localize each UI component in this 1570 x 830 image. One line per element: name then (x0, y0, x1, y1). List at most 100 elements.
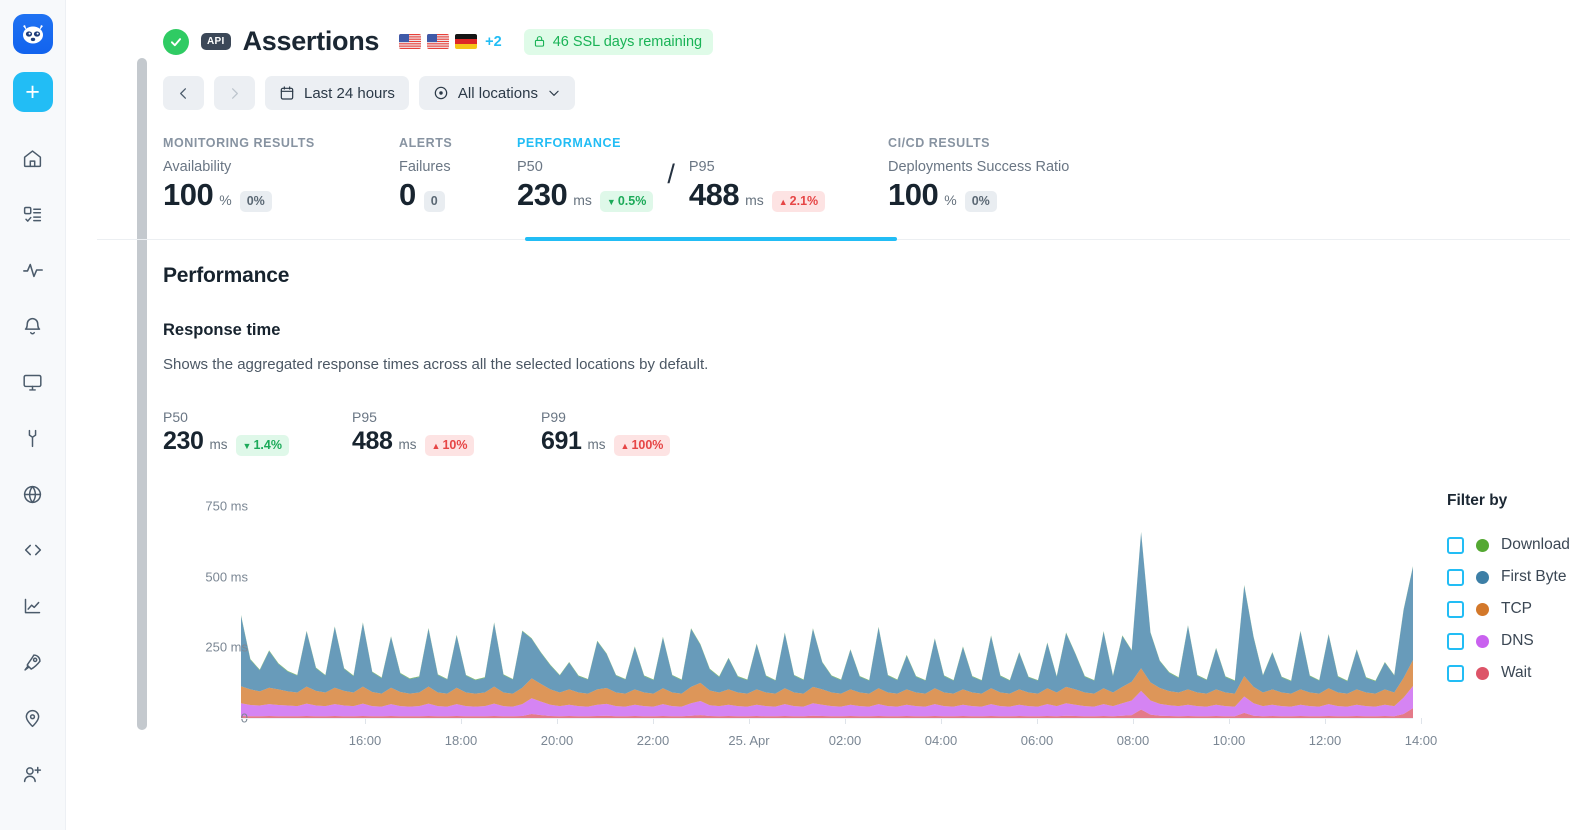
stat-group-cicd[interactable]: CI/CD RESULTS Deployments Success Ratio … (888, 136, 1069, 213)
filter-item[interactable]: First Byte (1447, 568, 1570, 586)
location-flags[interactable]: +2 (399, 34, 502, 50)
location-selector[interactable]: All locations (418, 76, 575, 110)
subsection-title: Response time (163, 321, 281, 339)
raccoon-logo[interactable] (12, 14, 53, 54)
filter-item-label: TCP (1501, 600, 1532, 617)
stat-chip-value: 0.5% (617, 194, 647, 208)
add-new-button[interactable]: + (12, 72, 53, 112)
filter-item-label: Download (1501, 536, 1570, 553)
page-header: API Assertions +2 46 SSL days remaining (97, 0, 1570, 57)
x-axis-tick-mark (1421, 718, 1422, 724)
stat-sub-label: Availability (163, 159, 232, 175)
stat-value: 488 (688, 177, 740, 212)
chart-plot-area (241, 531, 1413, 718)
percentile-p99: P99 691 ms ▲ 100% (541, 409, 730, 456)
ssl-badge-label: 46 SSL days remaining (552, 33, 703, 50)
trend-up-icon: ▲ (620, 441, 630, 451)
sidebar-item-code[interactable] (13, 530, 53, 570)
code-icon (24, 544, 41, 556)
percentile-chip: ▼ 1.4% (235, 435, 289, 456)
stat-value: 100 (163, 177, 214, 212)
filter-item[interactable]: Download (1447, 536, 1570, 554)
trend-up-icon: ▲ (778, 197, 788, 207)
raccoon-glyph (22, 25, 43, 44)
y-axis-tick: 250 ms (205, 639, 248, 655)
x-axis-tick: 22:00 (636, 733, 670, 748)
stat-sub-label: P95 (688, 159, 715, 175)
app-root: + API Assertions +2 46 SSL days remainin… (0, 0, 1570, 830)
percentile-chip: ▲ 100% (613, 435, 671, 456)
area-series-first-byte (241, 532, 1413, 694)
stat-separator: / (667, 159, 675, 189)
monitor-icon (23, 374, 42, 391)
prev-period-button[interactable] (163, 76, 204, 110)
filter-item-label: First Byte (1501, 568, 1567, 585)
sidebar-item-analytics[interactable] (13, 586, 53, 626)
active-tab-indicator (525, 237, 897, 241)
percentile-value: 488 (352, 427, 393, 455)
sidebar-item-monitoring[interactable] (13, 250, 53, 290)
stat-unit: ms (573, 192, 592, 208)
stat-chip: 0% (239, 191, 272, 212)
stat-metric-p95: P95 488 ms ▲ 2.1% (688, 159, 826, 213)
sidebar-item-dashboards[interactable] (13, 362, 53, 402)
filter-checkbox[interactable] (1447, 664, 1464, 682)
filter-item[interactable]: TCP (1447, 600, 1570, 618)
stat-value: 0 (399, 177, 416, 212)
filter-item[interactable]: Wait (1447, 664, 1570, 682)
y-axis-tick: 500 ms (205, 569, 248, 585)
performance-section: Performance Response time Shows the aggr… (97, 240, 1570, 756)
location-selector-label: All locations (457, 84, 538, 102)
stat-group-monitoring[interactable]: MONITORING RESULTS Availability 100 % 0% (163, 136, 399, 213)
sidebar-item-alerts[interactable] (13, 306, 53, 346)
sidebar-item-locations[interactable] (13, 474, 53, 514)
percentile-values: 230 ms ▼ 1.4% (163, 427, 352, 456)
trend-down-icon: ▼ (242, 441, 252, 451)
percentile-values: 488 ms ▲ 10% (352, 427, 541, 456)
stat-unit: ms (745, 192, 764, 208)
sidebar-item-private-locations[interactable] (13, 698, 53, 738)
stat-value-row: 230 ms ▼ 0.5% (517, 177, 654, 213)
percentile-p95: P95 488 ms ▲ 10% (352, 409, 541, 456)
chevron-left-icon (180, 87, 186, 99)
percentile-p50: P50 230 ms ▼ 1.4% (163, 409, 352, 456)
filter-checkbox[interactable] (1447, 600, 1464, 618)
stat-value: 100 (888, 177, 939, 212)
x-axis-line (241, 718, 1413, 719)
series-color-dot (1476, 602, 1489, 616)
location-pin-icon (434, 86, 448, 100)
percentile-values: 691 ms ▲ 100% (541, 427, 730, 456)
date-range-picker[interactable]: Last 24 hours (265, 76, 409, 110)
x-axis-tick: 10:00 (1212, 733, 1246, 748)
percentile-label: P50 (163, 409, 188, 425)
x-axis-tick: 25. Apr (728, 733, 770, 748)
x-axis-tick: 06:00 (1020, 733, 1054, 748)
chevron-down-icon (549, 90, 559, 96)
sidebar-item-deployments[interactable] (13, 642, 53, 682)
sidebar-item-checks[interactable] (13, 194, 53, 234)
response-time-chart[interactable]: 0250 ms500 ms750 ms16:0018:0020:0022:002… (163, 486, 1437, 756)
stat-sub-label: Failures (399, 159, 451, 175)
sidebar-item-home[interactable] (13, 138, 53, 178)
stat-unit: % (944, 192, 957, 208)
stat-sub-label: P50 (517, 159, 543, 175)
checklist-icon (23, 206, 42, 222)
api-type-badge: API (201, 33, 231, 50)
flag-us-1 (399, 34, 422, 49)
sidebar-item-invite-user[interactable] (13, 754, 53, 794)
percentile-chip: ▲ 10% (424, 435, 475, 456)
response-time-chart-wrap: 0250 ms500 ms750 ms16:0018:0020:0022:002… (163, 486, 1570, 756)
pin-icon (25, 709, 40, 727)
filter-checkbox[interactable] (1447, 632, 1464, 650)
sidebar-item-maintenance[interactable] (13, 418, 53, 458)
filter-item[interactable]: DNS (1447, 632, 1570, 650)
next-period-button[interactable] (214, 76, 255, 110)
filter-checkbox[interactable] (1447, 536, 1464, 554)
filter-checkbox[interactable] (1447, 568, 1464, 586)
stat-value: 230 (517, 177, 568, 212)
series-color-dot (1476, 634, 1489, 648)
x-axis-tick: 04:00 (924, 733, 958, 748)
stat-group-alerts[interactable]: ALERTS Failures 0 0 (399, 136, 517, 213)
stat-chip-value: 2.1% (789, 194, 819, 208)
stat-group-performance[interactable]: PERFORMANCE P50 230 ms ▼ 0.5% / P95 488 … (517, 136, 888, 213)
